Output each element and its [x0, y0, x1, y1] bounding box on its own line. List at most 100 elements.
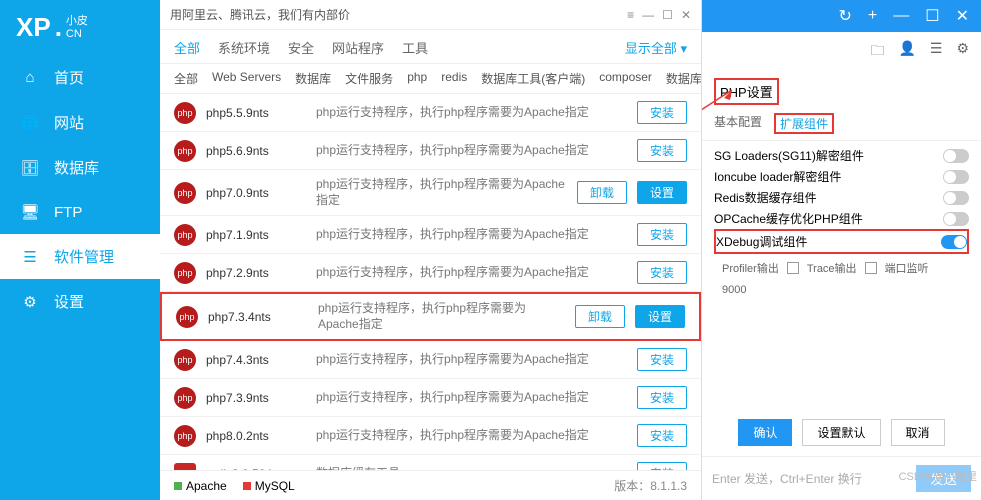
nav-globe[interactable]: 🌐网站	[0, 100, 160, 145]
tab-4[interactable]: 工具	[402, 38, 428, 57]
filter-0[interactable]: 全部	[174, 70, 198, 87]
ext-toggle[interactable]	[941, 235, 967, 249]
卸载-button[interactable]: 卸载	[575, 305, 625, 328]
package-desc: php运行支持程序，执行php程序需要为Apache指定	[316, 177, 567, 208]
titlebar: 用阿里云、腾讯云，我们有内部价 ≡ — ☐ ✕	[160, 0, 701, 30]
db-icon: 🗄	[20, 158, 40, 178]
list-icon[interactable]: ☰	[930, 40, 943, 64]
ext-row: SG Loaders(SG11)解密组件	[714, 145, 969, 166]
nav-db[interactable]: 🗄数据库	[0, 145, 160, 190]
filter-6[interactable]: 数据库工具(客户端)	[481, 70, 585, 87]
package-desc: php运行支持程序，执行php程序需要为Apache指定	[316, 390, 627, 406]
add-icon[interactable]: +	[868, 7, 877, 25]
package-name: php7.3.4nts	[208, 310, 308, 324]
安装-button[interactable]: 安装	[637, 386, 687, 409]
show-all[interactable]: 显示全部 ▾	[625, 38, 687, 57]
安装-button[interactable]: 安装	[637, 348, 687, 371]
package-desc: php运行支持程序，执行php程序需要为Apache指定	[316, 428, 627, 444]
package-desc: php运行支持程序，执行php程序需要为Apache指定	[316, 352, 627, 368]
package-name: php5.6.9nts	[206, 144, 306, 158]
sliders-icon: ☰	[20, 247, 40, 267]
package-row: php php7.4.3nts php运行支持程序，执行php程序需要为Apache…	[160, 341, 701, 379]
status-mysql: MySQL	[243, 479, 295, 493]
tab-extensions[interactable]: 扩展组件	[774, 113, 834, 134]
history-icon[interactable]: ↻	[839, 6, 852, 26]
ext-toggle[interactable]	[943, 191, 969, 205]
安装-button[interactable]: 安装	[637, 101, 687, 124]
globe-icon: 🌐	[20, 113, 40, 133]
php-icon: php	[176, 306, 198, 328]
安装-button[interactable]: 安装	[637, 424, 687, 447]
package-name: php7.2.9nts	[206, 266, 306, 280]
filter-3[interactable]: 文件服务	[345, 70, 393, 87]
sidebar: XP . 小皮 CN ⌂首页🌐网站🗄数据库🖥FTP☰软件管理⚙设置	[0, 0, 160, 500]
安装-button[interactable]: 安装	[637, 462, 687, 470]
package-desc: php运行支持程序，执行php程序需要为Apache指定	[316, 143, 627, 159]
设置-button[interactable]: 设置	[637, 181, 687, 204]
default-button[interactable]: 设置默认	[802, 419, 880, 446]
php-icon: php	[174, 349, 196, 371]
category-tabs: 全部系统环境安全网站程序工具 显示全部 ▾	[160, 30, 701, 64]
trace-checkbox[interactable]	[865, 262, 877, 274]
minimize-icon[interactable]: —	[642, 8, 654, 22]
close-icon[interactable]: ✕	[681, 8, 691, 22]
filter-2[interactable]: 数据库	[295, 70, 331, 87]
nav-sliders[interactable]: ☰软件管理	[0, 234, 160, 279]
tab-0[interactable]: 全部	[174, 38, 200, 57]
extension-list: SG Loaders(SG11)解密组件Ioncube loader解密组件Re…	[702, 141, 981, 258]
filter-1[interactable]: Web Servers	[212, 70, 281, 87]
cancel-button[interactable]: 取消	[891, 419, 945, 446]
ext-toggle[interactable]	[943, 170, 969, 184]
安装-button[interactable]: 安装	[637, 261, 687, 284]
status-apache: Apache	[174, 479, 227, 493]
nav-gear[interactable]: ⚙设置	[0, 279, 160, 324]
home-icon: ⌂	[20, 68, 40, 88]
tab-basic[interactable]: 基本配置	[714, 113, 762, 134]
filter-4[interactable]: php	[407, 70, 427, 87]
menu-icon[interactable]: ≡	[627, 8, 634, 22]
php-icon: php	[174, 102, 196, 124]
redis-icon	[174, 463, 196, 470]
package-row: phpphp7.1.9ntsphp运行支持程序，执行php程序需要为Apache…	[160, 216, 701, 254]
tab-1[interactable]: 系统环境	[218, 38, 270, 57]
ext-toggle[interactable]	[943, 149, 969, 163]
安装-button[interactable]: 安装	[637, 223, 687, 246]
close-panel-icon[interactable]: ✕	[956, 6, 969, 26]
package-row: phpphp7.3.4ntsphp运行支持程序，执行php程序需要为Apache…	[160, 292, 701, 341]
package-row: php php7.3.9nts php运行支持程序，执行php程序需要为Apache…	[160, 379, 701, 417]
nav-home[interactable]: ⌂首页	[0, 55, 160, 100]
gear-icon[interactable]: ⚙	[956, 40, 969, 64]
tab-3[interactable]: 网站程序	[332, 38, 384, 57]
maximize-icon[interactable]: ☐	[662, 8, 673, 22]
ext-label: Redis数据缓存组件	[714, 189, 817, 206]
package-name: php5.5.9nts	[206, 106, 306, 120]
设置-button[interactable]: 设置	[635, 305, 685, 328]
package-row: phpphp7.2.9ntsphp运行支持程序，执行php程序需要为Apache…	[160, 254, 701, 292]
package-row: phpphp7.0.9ntsphp运行支持程序，执行php程序需要为Apache…	[160, 170, 701, 216]
filter-8[interactable]: 数据库工具(w	[666, 70, 701, 87]
package-name: php7.4.3nts	[206, 353, 306, 367]
profiler-checkbox[interactable]	[787, 262, 799, 274]
max-icon[interactable]: ☐	[925, 6, 939, 26]
php-settings-title: PHP设置	[714, 78, 779, 105]
package-name: php7.3.9nts	[206, 391, 306, 405]
package-name: php7.1.9nts	[206, 228, 306, 242]
tab-2[interactable]: 安全	[288, 38, 314, 57]
filter-7[interactable]: composer	[599, 70, 652, 87]
ok-button[interactable]: 确认	[738, 419, 792, 446]
卸载-button[interactable]: 卸载	[577, 181, 627, 204]
ext-toggle[interactable]	[943, 212, 969, 226]
nav-ftp[interactable]: 🖥FTP	[0, 190, 160, 234]
php-icon: php	[174, 182, 196, 204]
package-row: redis3.0.504数据库缓存工具安装	[160, 455, 701, 470]
php-icon: php	[174, 387, 196, 409]
watermark: CSDN @小哈里	[899, 468, 977, 484]
min-icon[interactable]: —	[893, 7, 909, 25]
user-icon[interactable]: 👤	[898, 40, 915, 64]
package-list: php php5.5.9nts php运行支持程序，执行php程序需要为Apache…	[160, 94, 701, 470]
安装-button[interactable]: 安装	[637, 139, 687, 162]
ext-row: XDebug调试组件	[714, 229, 969, 254]
folder-icon[interactable]: 🗀	[870, 40, 884, 64]
filter-5[interactable]: redis	[441, 70, 467, 87]
package-row: phpphp5.5.9ntsphp运行支持程序，执行php程序需要为Apache…	[160, 94, 701, 132]
